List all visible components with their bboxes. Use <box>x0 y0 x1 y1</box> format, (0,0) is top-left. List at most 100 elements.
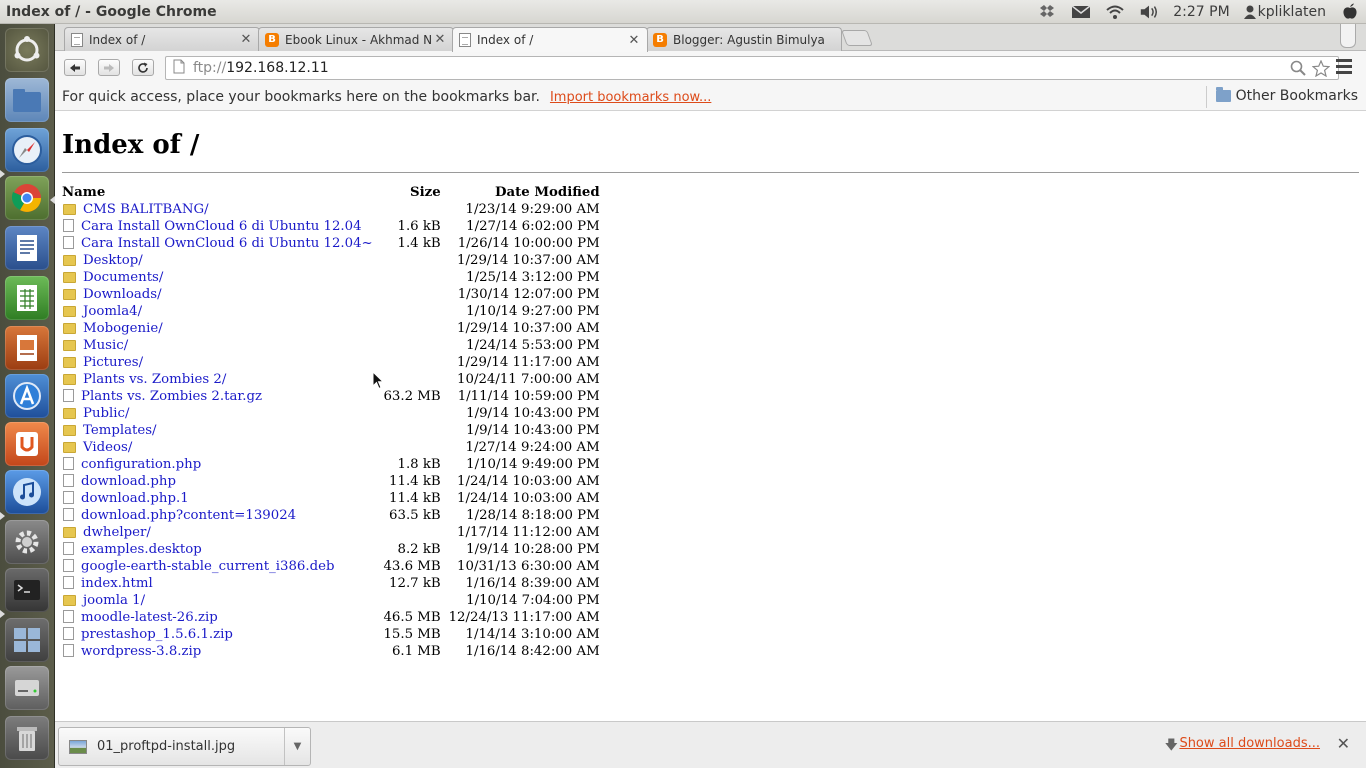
cell-name: google-earth-stable_current_i386.deb <box>62 558 373 575</box>
tab-ebook-linux[interactable]: B Ebook Linux - Akhmad Nu ✕ <box>258 27 454 51</box>
folder-icon <box>1215 87 1231 102</box>
folder-link[interactable]: Videos/ <box>83 440 132 455</box>
volume-icon[interactable] <box>1139 4 1159 20</box>
address-bar[interactable]: ftp://192.168.12.11 <box>165 56 1339 80</box>
close-icon[interactable]: ✕ <box>1337 734 1350 753</box>
apple-icon[interactable] <box>1340 3 1360 20</box>
launcher-itunes[interactable] <box>5 470 49 514</box>
launcher-trash[interactable] <box>5 716 49 760</box>
folder-link[interactable]: CMS BALITBANG/ <box>83 202 209 217</box>
file-link[interactable]: configuration.php <box>81 457 201 472</box>
file-link[interactable]: examples.desktop <box>81 542 202 557</box>
forward-arrow-icon <box>104 63 114 72</box>
file-icon <box>63 508 74 521</box>
bookmarks-bar: For quick access, place your bookmarks h… <box>55 84 1366 111</box>
tab-close-icon[interactable]: ✕ <box>627 33 641 48</box>
launcher-app-store[interactable] <box>5 374 49 418</box>
cell-name: Templates/ <box>62 422 373 439</box>
user-menu[interactable]: kpliklaten <box>1243 4 1326 20</box>
tab-close-icon[interactable]: ✕ <box>239 32 253 47</box>
cell-name: Music/ <box>62 337 373 354</box>
column-size-header[interactable]: Size <box>373 184 441 201</box>
cell-size <box>373 201 441 218</box>
folder-link[interactable]: Music/ <box>83 338 128 353</box>
launcher-impress[interactable] <box>5 326 49 370</box>
folder-link[interactable]: joomla 1/ <box>83 593 145 608</box>
dash-button[interactable] <box>5 28 49 72</box>
folder-link[interactable]: Documents/ <box>83 270 163 285</box>
launcher-workspace-switcher[interactable] <box>5 618 49 662</box>
cell-modified: 1/25/14 3:12:00 PM <box>466 270 600 285</box>
folder-link[interactable]: dwhelper/ <box>83 525 151 540</box>
file-link[interactable]: Cara Install OwnCloud 6 di Ubuntu 12.04 <box>81 219 362 234</box>
new-tab-button[interactable] <box>841 30 873 46</box>
launcher-disk[interactable] <box>5 666 49 710</box>
launcher-chrome[interactable] <box>5 176 49 220</box>
cell-modified: 1/9/14 10:43:00 PM <box>466 423 600 438</box>
folder-link[interactable]: Templates/ <box>83 423 157 438</box>
chrome-menu-icon[interactable] <box>1336 59 1352 74</box>
app-store-icon <box>13 382 41 410</box>
launcher-writer[interactable] <box>5 226 49 270</box>
search-icon[interactable] <box>1290 60 1306 76</box>
file-link[interactable]: moodle-latest-26.zip <box>81 610 218 625</box>
download-item[interactable]: 01_proftpd-install.jpg ▼ <box>58 727 311 766</box>
cell-name: download.php <box>62 473 373 490</box>
folder-link[interactable]: Plants vs. Zombies 2/ <box>83 372 226 387</box>
launcher-system-settings[interactable] <box>5 520 49 564</box>
folder-icon <box>63 357 76 368</box>
trash-icon <box>17 727 37 751</box>
import-bookmarks-link[interactable]: Import bookmarks now... <box>550 90 711 105</box>
launcher-terminal[interactable] <box>5 568 49 612</box>
clock[interactable]: 2:27 PM <box>1173 4 1229 20</box>
cell-name: Desktop/ <box>62 252 373 269</box>
file-link[interactable]: Cara Install OwnCloud 6 di Ubuntu 12.04~ <box>81 236 373 251</box>
launcher-home-folder[interactable] <box>5 78 49 122</box>
folder-link[interactable]: Joomla4/ <box>83 304 142 319</box>
file-link[interactable]: download.php?content=139024 <box>81 508 296 523</box>
table-row: download.php?content=139024 63.5 kB 1/28/1… <box>62 507 600 524</box>
cell-name: Joomla4/ <box>62 303 373 320</box>
folder-link[interactable]: Desktop/ <box>83 253 143 268</box>
tab-index-1[interactable]: Index of / ✕ <box>64 27 260 51</box>
file-link[interactable]: download.php <box>81 474 176 489</box>
forward-button[interactable] <box>98 59 120 76</box>
back-button[interactable] <box>64 59 86 76</box>
chevron-down-icon[interactable]: ▼ <box>284 728 310 765</box>
other-bookmarks-label: Other Bookmarks <box>1235 88 1358 104</box>
file-link[interactable]: download.php.1 <box>81 491 189 506</box>
cell-modified: 1/10/14 9:49:00 PM <box>466 457 600 472</box>
other-bookmarks-button[interactable]: Other Bookmarks <box>1215 87 1358 104</box>
tab-close-icon[interactable]: ✕ <box>433 32 447 47</box>
folder-link[interactable]: Pictures/ <box>83 355 143 370</box>
file-link[interactable]: index.html <box>81 576 153 591</box>
folder-link[interactable]: Mobogenie/ <box>83 321 163 336</box>
column-name-header[interactable]: Name <box>62 184 373 201</box>
launcher-safari[interactable] <box>5 128 49 172</box>
file-link[interactable]: google-earth-stable_current_i386.deb <box>81 559 334 574</box>
hard-drive-icon <box>15 680 39 696</box>
bookmark-star-icon[interactable] <box>1312 60 1330 77</box>
table-row: Downloads/1/30/14 12:07:00 PM <box>62 286 600 303</box>
reload-button[interactable] <box>132 59 154 76</box>
folder-link[interactable]: Public/ <box>83 406 129 421</box>
cell-size: 63.5 kB <box>389 508 441 523</box>
dropbox-icon[interactable] <box>1037 4 1057 20</box>
file-link[interactable]: prestashop_1.5.6.1.zip <box>81 627 233 642</box>
folder-link[interactable]: Downloads/ <box>83 287 162 302</box>
file-link[interactable]: Plants vs. Zombies 2.tar.gz <box>81 389 262 404</box>
show-all-downloads-link[interactable]: Show all downloads... <box>1179 736 1320 751</box>
file-link[interactable]: wordpress-3.8.zip <box>81 644 201 659</box>
wifi-icon[interactable] <box>1105 4 1125 20</box>
cell-modified: 10/31/13 6:30:00 AM <box>457 559 600 574</box>
tab-index-active[interactable]: Index of / ✕ <box>452 27 648 52</box>
table-row: moodle-latest-26.zip 46.5 MB 12/24/13 11:1… <box>62 609 600 626</box>
tab-blogger[interactable]: B Blogger: Agustin Bimulya <box>646 27 842 51</box>
table-row: Desktop/1/29/14 10:37:00 AM <box>62 252 600 269</box>
mail-icon[interactable] <box>1071 4 1091 20</box>
column-date-header[interactable]: Date Modified <box>441 184 600 201</box>
launcher-ubuntu-one[interactable] <box>5 422 49 466</box>
cell-name: examples.desktop <box>62 541 373 558</box>
launcher-calc[interactable] <box>5 276 49 320</box>
cell-modified: 1/23/14 9:29:00 AM <box>465 202 600 217</box>
